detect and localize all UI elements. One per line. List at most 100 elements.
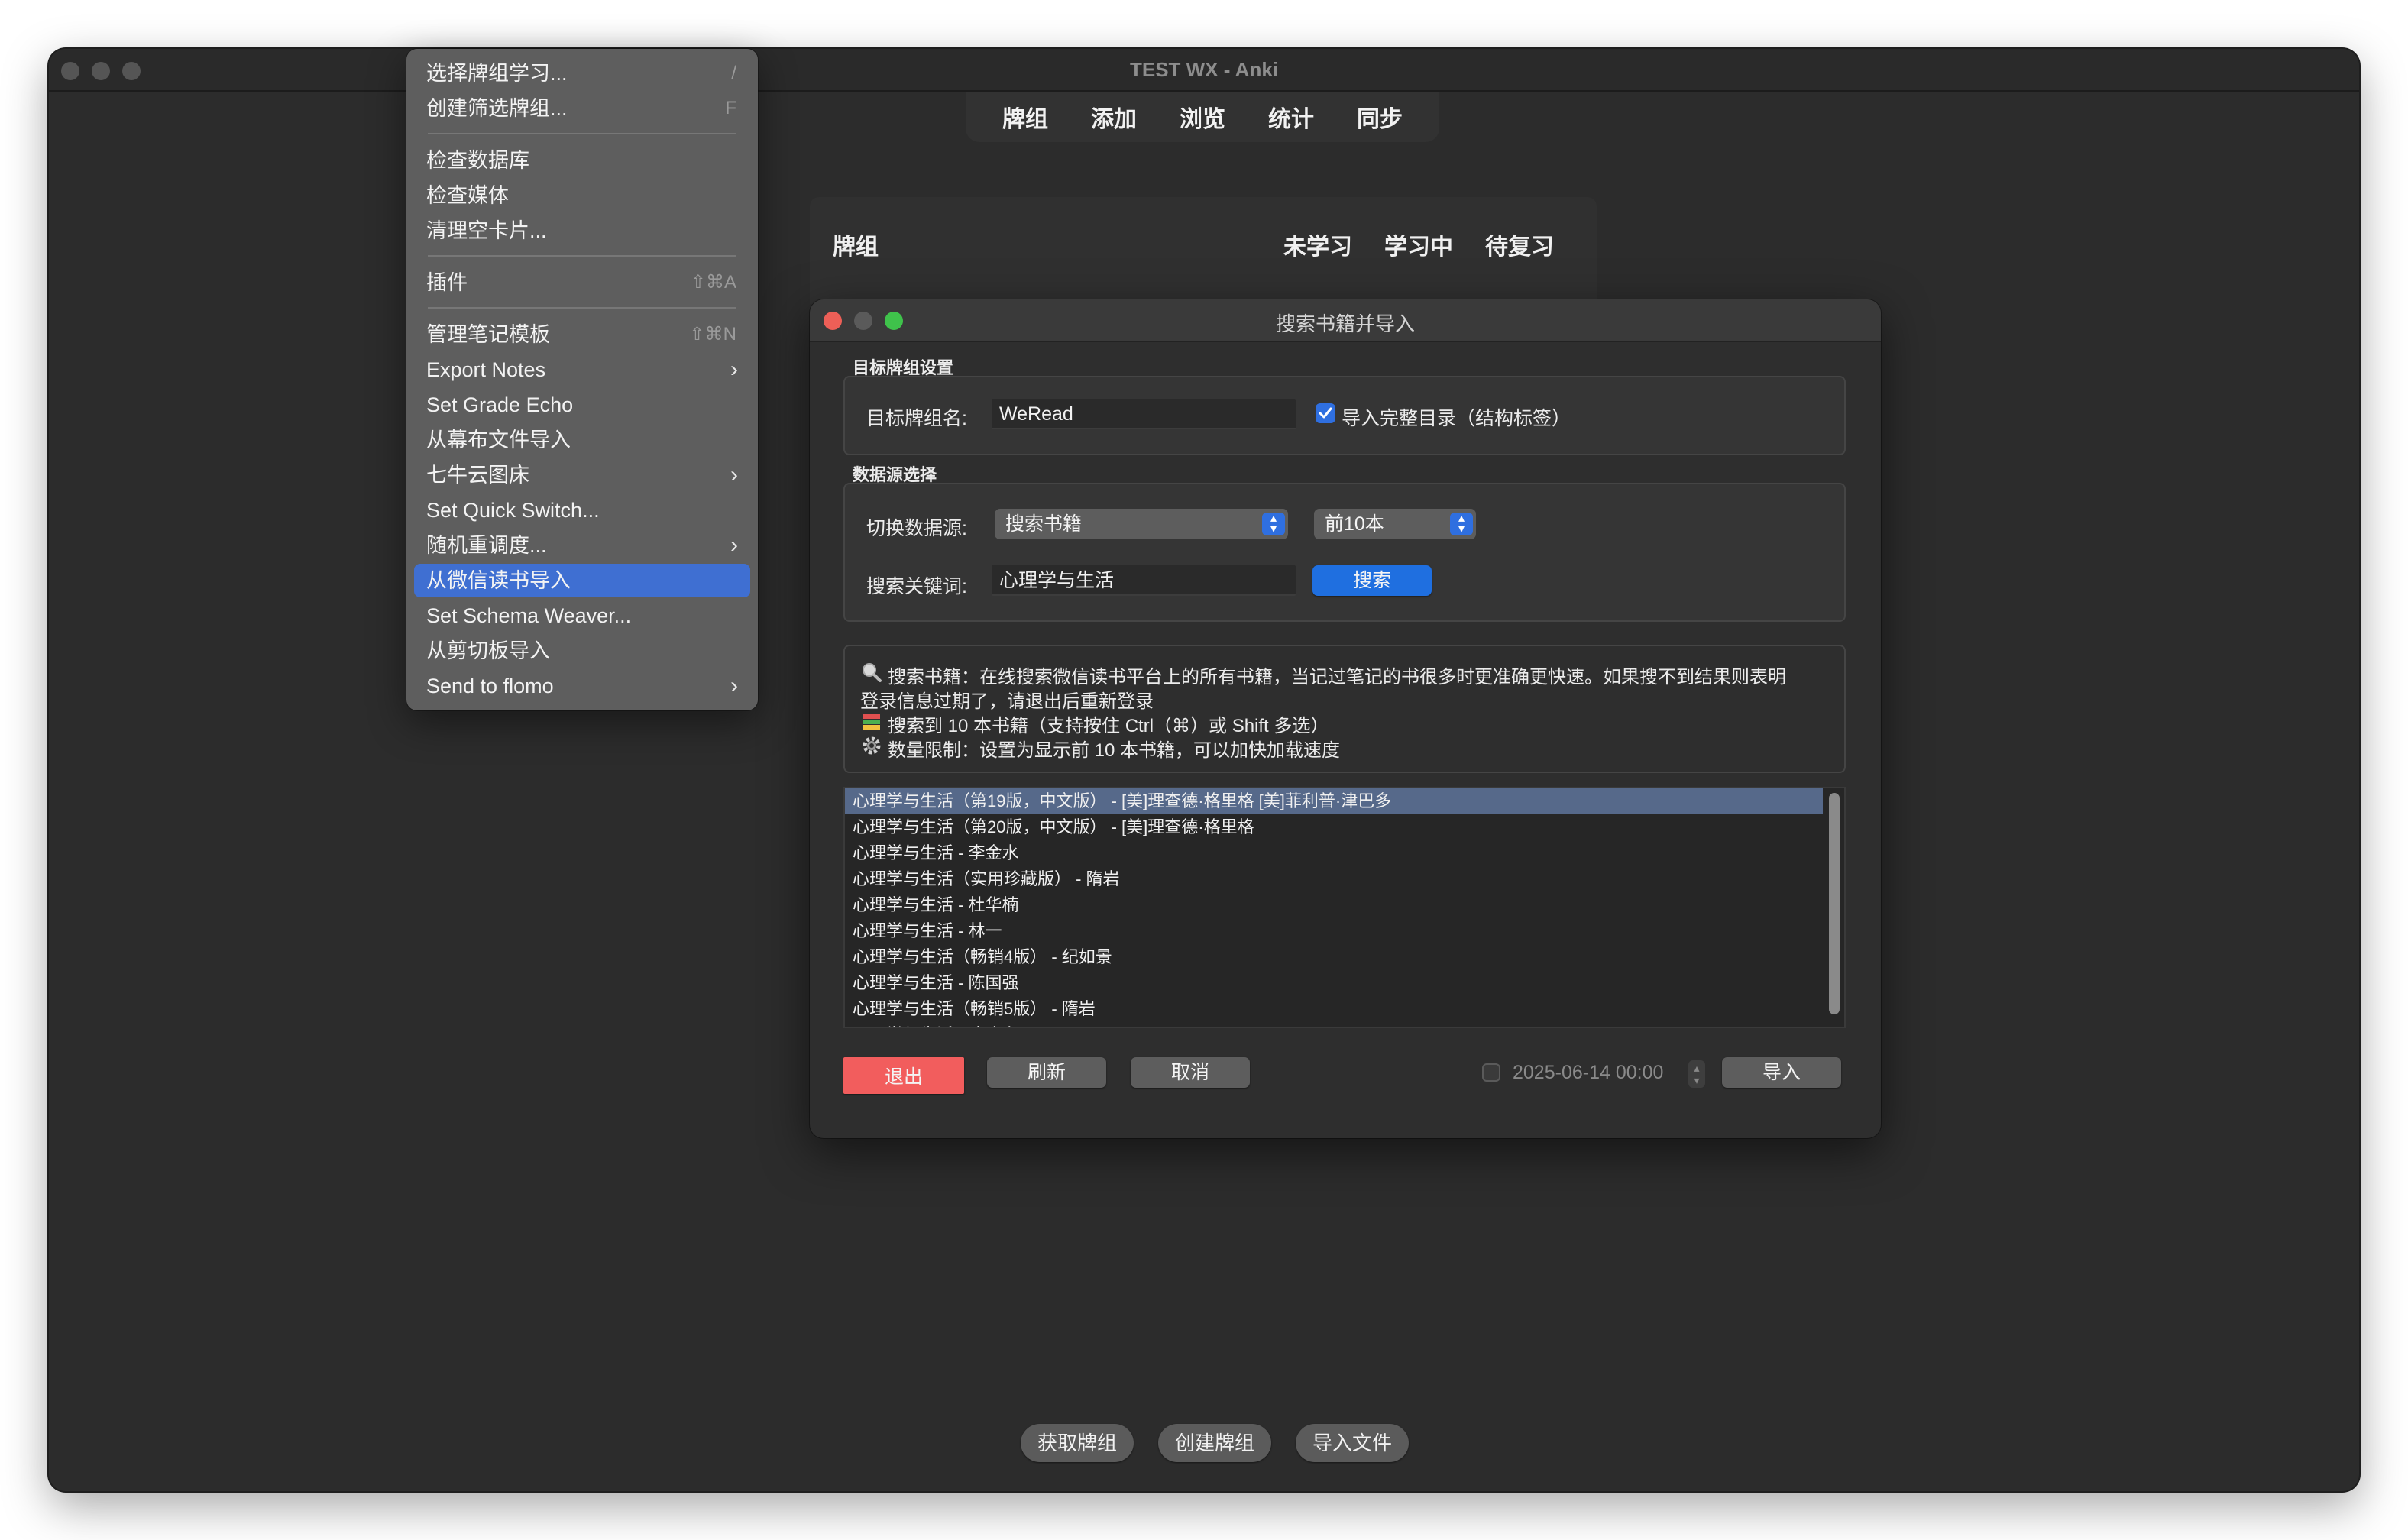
menu-shortcut: ⇧⌘A	[690, 272, 736, 293]
import-toc-label: 导入完整目录（结构标签）	[1342, 408, 1571, 429]
updown-chevron-icon: ▴ ▾	[1262, 513, 1285, 535]
menu-item-schema-weaver[interactable]: Set Schema Weaver...	[414, 599, 750, 632]
keyword-input[interactable]: 心理学与生活	[992, 565, 1296, 596]
search-button[interactable]: 搜索	[1312, 565, 1432, 596]
list-item[interactable]: 心理学与生活（畅销5版） - 隋岩	[845, 996, 1823, 1022]
menu-item-export-notes[interactable]: Export Notes ›	[414, 353, 750, 387]
menu-item-label: 创建筛选牌组...	[426, 97, 568, 120]
book-results-list[interactable]: 心理学与生活（第19版，中文版） - [美]理查德·格里格 [美]菲利普·津巴多…	[843, 787, 1846, 1028]
menu-item-label: 选择牌组学习...	[426, 62, 568, 85]
info-line-search: 搜索书籍：在线搜索微信读书平台上的所有书籍，当记过笔记的书很多时更准确更快速。如…	[860, 662, 1786, 688]
gear-icon	[860, 735, 883, 762]
refresh-button[interactable]: 刷新	[987, 1057, 1106, 1088]
chevron-right-icon: ›	[730, 532, 738, 558]
window-titlebar: TEST WX - Anki	[49, 49, 2359, 92]
list-item[interactable]: 心理学与生活（第19版，中文版） - [美]理查德·格里格 [美]菲利普·津巴多	[845, 788, 1823, 814]
menu-item-send-flomo[interactable]: Send to flomo ›	[414, 669, 750, 703]
list-item[interactable]: 心理学与生活 - 杜华楠	[845, 892, 1823, 918]
menu-item-label: 从幕布文件导入	[426, 429, 571, 451]
chevron-right-icon: ›	[730, 462, 738, 487]
deck-column-header: 牌组	[833, 235, 879, 260]
import-file-button[interactable]: 导入文件	[1296, 1424, 1410, 1462]
list-item[interactable]: 心理学与生活（第20版，中文版） - [美]理查德·格里格	[845, 814, 1823, 840]
menu-item-grade-echo[interactable]: Set Grade Echo	[414, 388, 750, 422]
menu-item-label: Set Quick Switch...	[426, 499, 600, 522]
menu-item-label: Set Schema Weaver...	[426, 604, 632, 627]
menu-item-label: 从剪切板导入	[426, 639, 550, 662]
main-toolbar: 牌组 添加 浏览 统计 同步	[966, 92, 1439, 142]
target-groupbox: 目标牌组名: WeRead 导入完整目录（结构标签）	[843, 376, 1846, 455]
menu-item-filtered-deck[interactable]: 创建筛选牌组... F	[414, 92, 750, 125]
menu-item-reschedule[interactable]: 随机重调度... ›	[414, 529, 750, 562]
menu-item-clipboard-import[interactable]: 从剪切板导入	[414, 634, 750, 668]
chevron-right-icon: ›	[730, 357, 738, 382]
source-select[interactable]: 搜索书籍 ▴ ▾	[995, 509, 1288, 539]
info-line-login: 登录信息过期了，请退出后重新登录	[860, 686, 1154, 713]
learning-column-header: 学习中	[1384, 235, 1453, 260]
menu-shortcut: ⇧⌘N	[689, 324, 736, 345]
window-title: TEST WX - Anki	[1129, 58, 1279, 81]
limit-select[interactable]: 前10本 ▴ ▾	[1314, 509, 1476, 539]
results-scrollbar[interactable]	[1829, 793, 1840, 1014]
list-item[interactable]: 心理学与生活 - 陈晓东	[845, 1022, 1823, 1027]
menu-item-study-deck[interactable]: 选择牌组学习... /	[414, 57, 750, 90]
source-select-value: 搜索书籍	[1005, 513, 1083, 535]
list-item[interactable]: 心理学与生活 - 陈国强	[845, 970, 1823, 996]
deck-list-panel: 牌组 未学习 学习中 待复习	[810, 197, 1597, 304]
menu-item-empty-cards[interactable]: 清理空卡片...	[414, 214, 750, 247]
dialog-titlebar: 搜索书籍并导入	[810, 299, 1881, 342]
weread-import-dialog: 搜索书籍并导入 目标牌组设置 目标牌组名: WeRead 导入完整目录（结构标签…	[810, 299, 1881, 1138]
menu-item-label: Send to flomo	[426, 675, 554, 697]
menu-shortcut: /	[731, 63, 736, 83]
menu-item-label: 清理空卡片...	[426, 219, 547, 242]
menu-separator	[428, 255, 736, 257]
menu-item-quick-switch[interactable]: Set Quick Switch...	[414, 493, 750, 527]
chevron-right-icon: ›	[730, 673, 738, 698]
menu-item-manage-notetypes[interactable]: 管理笔记模板 ⇧⌘N	[414, 318, 750, 351]
limit-select-value: 前10本	[1325, 513, 1384, 535]
menu-item-mubu-import[interactable]: 从幕布文件导入	[414, 423, 750, 457]
date-stepper-icon[interactable]: ▴ ▾	[1688, 1060, 1705, 1088]
toolbar-browse[interactable]: 浏览	[1158, 100, 1247, 134]
checkmark-icon	[1319, 407, 1332, 419]
info-line-count: 搜索到 10 本书籍（支持按住 Ctrl（⌘）或 Shift 多选）	[860, 710, 1329, 737]
date-field[interactable]: 2025-06-14 00:00	[1513, 1062, 1663, 1084]
date-enable-checkbox[interactable]	[1482, 1063, 1500, 1082]
deck-name-field[interactable]: WeRead	[992, 399, 1296, 429]
import-button[interactable]: 导入	[1722, 1057, 1841, 1088]
menu-item-weread-import[interactable]: 从微信读书导入	[414, 564, 750, 597]
deck-name-label: 目标牌组名:	[866, 408, 967, 429]
dialog-title: 搜索书籍并导入	[1275, 312, 1415, 335]
tools-menu: 选择牌组学习... / 创建筛选牌组... F 检查数据库 检查媒体 清理空卡片…	[406, 49, 758, 710]
source-groupbox: 切换数据源: 搜索书籍 ▴ ▾ 前10本 ▴ ▾ 搜索关键词: 心理学与生活 搜索	[843, 483, 1846, 622]
info-text: 登录信息过期了，请退出后重新登录	[860, 691, 1154, 712]
cancel-button[interactable]: 取消	[1131, 1057, 1250, 1088]
info-text: 搜索到 10 本书籍（支持按住 Ctrl（⌘）或 Shift 多选）	[888, 716, 1329, 736]
info-text: 数量限制：设置为显示前 10 本书籍，可以加快加载速度	[888, 740, 1341, 761]
logout-button[interactable]: 退出	[843, 1057, 964, 1094]
books-icon	[860, 710, 883, 737]
toolbar-stats[interactable]: 统计	[1247, 100, 1335, 134]
menu-item-label: 插件	[426, 271, 468, 294]
toolbar-decks[interactable]: 牌组	[981, 100, 1070, 134]
list-item[interactable]: 心理学与生活 - 林一	[845, 918, 1823, 944]
import-toc-checkbox[interactable]	[1316, 403, 1335, 423]
info-line-limit: 数量限制：设置为显示前 10 本书籍，可以加快加载速度	[860, 735, 1340, 762]
menu-item-qiniu[interactable]: 七牛云图床 ›	[414, 458, 750, 492]
list-item[interactable]: 心理学与生活 - 李金水	[845, 840, 1823, 866]
menu-item-addons[interactable]: 插件 ⇧⌘A	[414, 266, 750, 299]
get-shared-button[interactable]: 获取牌组	[1021, 1424, 1134, 1462]
menu-separator	[428, 307, 736, 309]
menu-item-check-db[interactable]: 检查数据库	[414, 144, 750, 177]
list-item[interactable]: 心理学与生活（实用珍藏版） - 隋岩	[845, 866, 1823, 892]
menu-item-label: 检查媒体	[426, 184, 509, 207]
keyword-label: 搜索关键词:	[866, 576, 967, 597]
menu-item-label: 检查数据库	[426, 149, 529, 172]
create-deck-button[interactable]: 创建牌组	[1158, 1424, 1272, 1462]
toolbar-sync[interactable]: 同步	[1335, 100, 1424, 134]
menu-item-check-media[interactable]: 检查媒体	[414, 179, 750, 212]
toolbar-add[interactable]: 添加	[1070, 100, 1158, 134]
list-item[interactable]: 心理学与生活（畅销4版） - 纪如景	[845, 944, 1823, 970]
menu-item-label: 管理笔记模板	[426, 323, 550, 346]
magnifier-icon	[860, 662, 883, 688]
